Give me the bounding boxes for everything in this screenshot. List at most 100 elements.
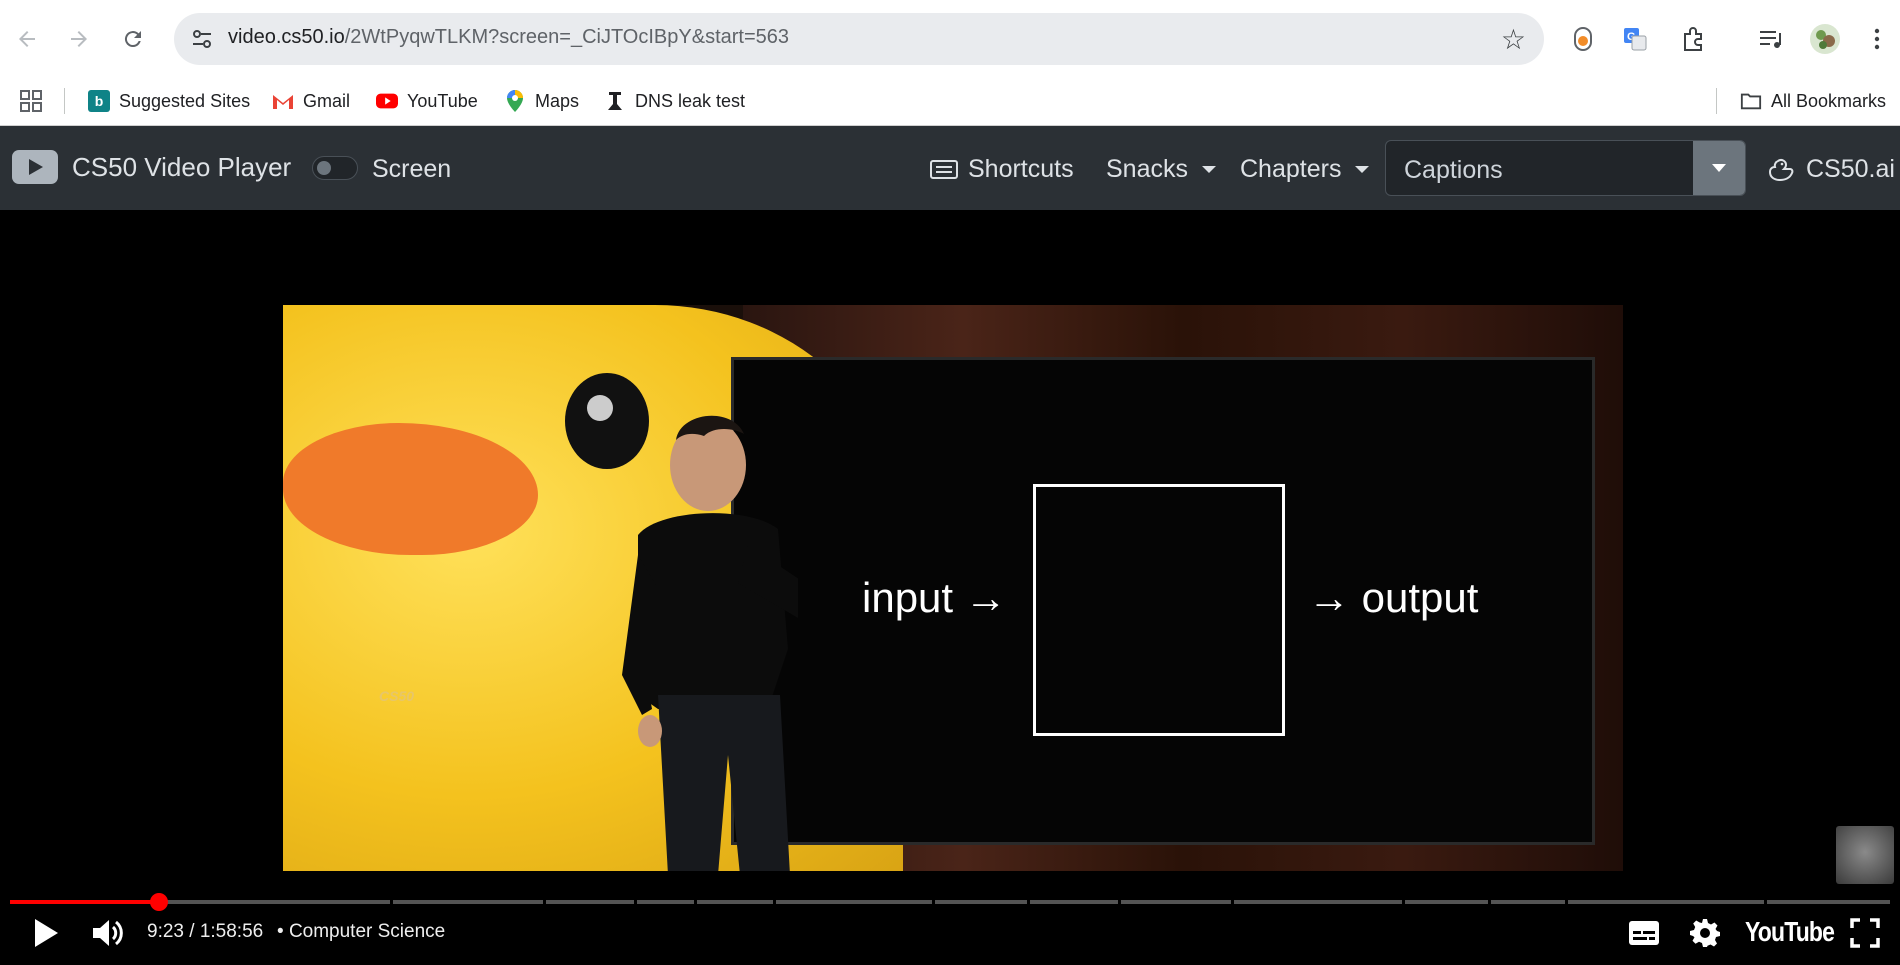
reload-icon[interactable]	[116, 22, 150, 56]
captions-value: Captions	[1404, 156, 1503, 184]
address-bar[interactable]: video.cs50.io/2WtPyqwTLKM?screen=_CiJTOc…	[174, 13, 1544, 65]
forward-icon[interactable]	[62, 22, 96, 56]
bookmark-gmail[interactable]: Gmail	[272, 78, 350, 124]
bookmark-star-icon[interactable]: ☆	[1501, 23, 1526, 56]
duck-icon	[1768, 158, 1794, 181]
screen-toggle[interactable]	[312, 156, 358, 180]
chapter-segment[interactable]	[776, 900, 932, 904]
app-navbar: CS50 Video Player Screen Shortcuts Snack…	[0, 126, 1900, 210]
shortcuts-link[interactable]: Shortcuts	[930, 155, 1074, 184]
bookmark-label: Maps	[535, 90, 580, 111]
chapter-title: Computer Science	[288, 921, 446, 942]
dns-leak-test-icon	[604, 90, 626, 112]
slide-output-text: → output	[1308, 574, 1479, 621]
chevron-down-icon	[1355, 166, 1370, 173]
captions-select[interactable]: Captions	[1385, 140, 1746, 196]
brand-title: CS50 Video Player	[72, 151, 292, 182]
chapters-dropdown[interactable]: Chapters	[1240, 155, 1370, 184]
bookmark-label: Suggested Sites	[119, 90, 251, 111]
chapters-label: Chapters	[1240, 155, 1342, 183]
subtitles-button[interactable]	[1626, 918, 1662, 948]
chapter-segment[interactable]	[393, 900, 543, 904]
chapter-segment[interactable]	[1767, 900, 1890, 904]
video-player[interactable]: CS50 input → → output 9:23 / 1:58:56 • C…	[0, 210, 1900, 965]
url-host: video.cs50.io	[228, 26, 345, 48]
chapter-segment[interactable]	[546, 900, 634, 904]
youtube-logo[interactable]: YouTube	[1745, 916, 1835, 948]
bookmark-dns-leak-test[interactable]: DNS leak test	[604, 78, 745, 124]
play-button[interactable]	[28, 916, 64, 950]
google-translate-icon[interactable]: G	[1618, 22, 1652, 56]
bookmark-label: DNS leak test	[635, 90, 746, 111]
duck-beak	[283, 423, 538, 555]
chapter-segment[interactable]	[1568, 900, 1764, 904]
progress-bar[interactable]	[10, 893, 1890, 911]
snacks-dropdown[interactable]: Snacks	[1106, 155, 1216, 184]
chapter-segment[interactable]	[1121, 900, 1231, 904]
lecturer-figure	[622, 415, 798, 871]
gmail-icon	[272, 90, 294, 112]
bookmark-youtube[interactable]: YouTube	[376, 78, 478, 124]
chapter-segment[interactable]	[1405, 900, 1488, 904]
apps-grid-icon[interactable]	[20, 78, 42, 124]
shortcuts-label: Shortcuts	[968, 155, 1074, 183]
extension-orange-icon[interactable]	[1566, 22, 1600, 56]
fullscreen-icon	[1850, 918, 1880, 948]
cs50-ai-label: CS50.ai	[1806, 155, 1895, 183]
bookmark-label: YouTube	[407, 90, 478, 111]
all-bookmarks-label: All Bookmarks	[1771, 90, 1887, 111]
current-chapter[interactable]: • Computer Science	[277, 921, 445, 943]
slide-black-box	[1033, 484, 1285, 736]
slide-input-text: input →	[862, 574, 1007, 621]
chapter-separator: •	[277, 921, 284, 942]
site-settings-icon[interactable]	[188, 25, 216, 53]
channel-watermark[interactable]	[1836, 826, 1894, 884]
time-display: 9:23 / 1:58:56	[147, 921, 264, 942]
volume-button[interactable]	[88, 916, 128, 950]
bookmark-maps[interactable]: Maps	[504, 78, 579, 124]
progress-played	[10, 900, 159, 904]
snacks-label: Snacks	[1106, 155, 1188, 183]
brand[interactable]: CS50 Video Player	[12, 150, 291, 184]
extensions-puzzle-icon[interactable]	[1676, 22, 1710, 56]
chapter-segment[interactable]	[1491, 900, 1565, 904]
folder-icon	[1740, 90, 1762, 112]
volume-icon	[93, 920, 123, 946]
url-path: /2WtPyqwTLKM?screen=_CiJTOcIBpY&start=56…	[344, 26, 790, 48]
duck-logo-text: CS50	[379, 688, 415, 704]
bookmark-suggested-sites[interactable]: b Suggested Sites	[88, 78, 250, 124]
subtitles-icon	[1629, 921, 1659, 945]
profile-avatar[interactable]	[1808, 22, 1842, 56]
video-player-logo-icon	[12, 150, 58, 184]
maps-icon	[504, 90, 526, 112]
play-icon	[35, 919, 58, 947]
chapter-segment[interactable]	[1030, 900, 1118, 904]
chapter-segment[interactable]	[935, 900, 1027, 904]
chapter-segment[interactable]	[637, 900, 694, 904]
browser-toolbar: video.cs50.io/2WtPyqwTLKM?screen=_CiJTOc…	[0, 0, 1900, 78]
screen-toggle-label: Screen	[372, 155, 452, 183]
bing-icon: b	[88, 90, 110, 112]
back-icon[interactable]	[10, 22, 44, 56]
youtube-icon	[376, 90, 398, 112]
chapter-segment[interactable]	[1234, 900, 1402, 904]
projection-screen: input → → output	[731, 357, 1595, 845]
media-queue-icon[interactable]	[1754, 22, 1788, 56]
bookmarks-divider	[64, 88, 65, 114]
settings-button[interactable]	[1688, 916, 1722, 950]
keyboard-icon	[930, 160, 958, 179]
fullscreen-button[interactable]	[1848, 916, 1882, 950]
bookmarks-divider	[1716, 88, 1717, 114]
browser-menu-icon[interactable]	[1860, 22, 1894, 56]
progress-scrubber-handle[interactable]	[150, 893, 168, 911]
cs50-ai-link[interactable]: CS50.ai	[1768, 155, 1895, 184]
all-bookmarks[interactable]: All Bookmarks	[1740, 78, 1886, 124]
video-frame[interactable]: CS50 input → → output	[283, 305, 1623, 871]
gear-icon	[1690, 919, 1720, 947]
url-text: video.cs50.io/2WtPyqwTLKM?screen=_CiJTOc…	[228, 26, 789, 49]
captions-dropdown-button[interactable]	[1693, 141, 1745, 195]
chapter-segment[interactable]	[697, 900, 773, 904]
bookmark-label: Gmail	[303, 90, 351, 111]
chevron-down-icon	[1201, 166, 1216, 173]
bookmarks-bar: b Suggested Sites Gmail YouTube Maps DNS…	[0, 78, 1900, 126]
